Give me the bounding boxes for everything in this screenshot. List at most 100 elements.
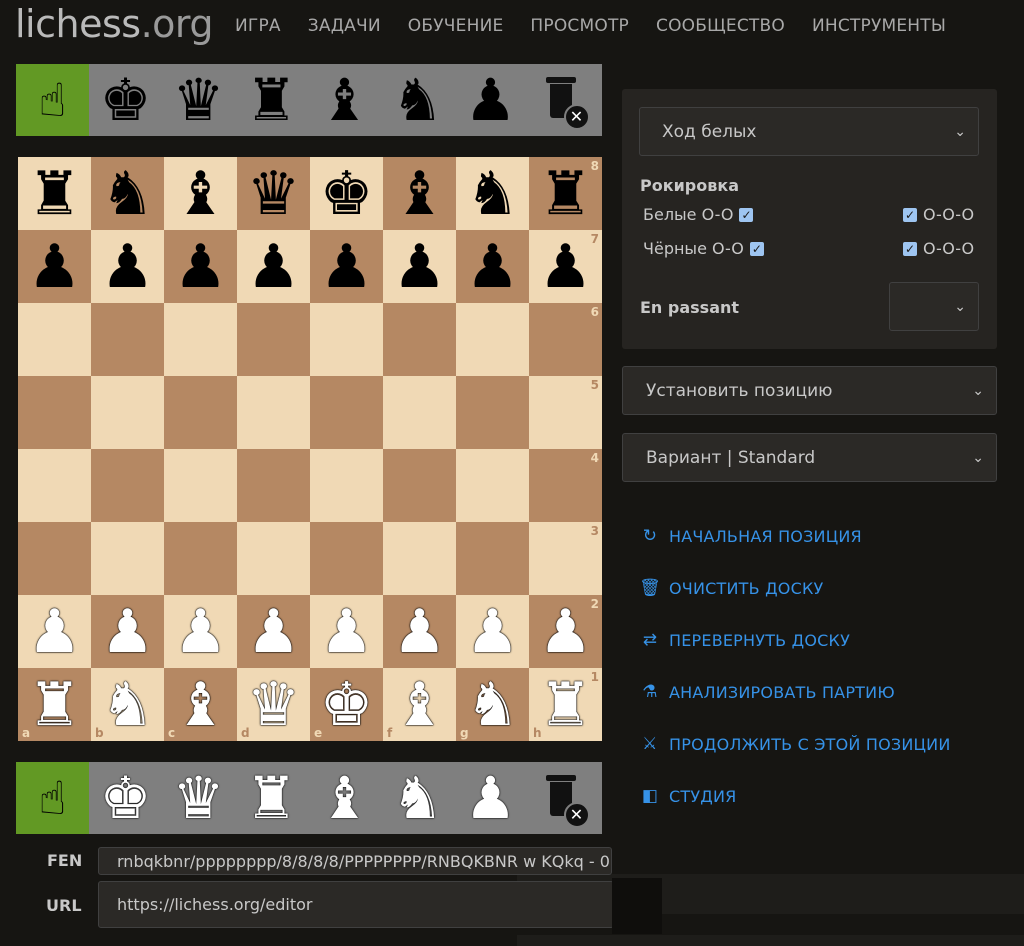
square-e2[interactable]: ♟: [310, 595, 383, 668]
trash-tool[interactable]: ✕: [527, 64, 600, 136]
action-microscope[interactable]: ⚗ АНАЛИЗИРОВАТЬ ПАРТИЮ: [639, 666, 951, 718]
square-b4[interactable]: [91, 449, 164, 522]
black-knight-icon[interactable]: ♞: [101, 164, 155, 224]
square-g2[interactable]: ♟: [456, 595, 529, 668]
nav-tools[interactable]: ИНСТРУМЕНТЫ: [812, 16, 946, 36]
square-b2[interactable]: ♟: [91, 595, 164, 668]
square-c2[interactable]: ♟: [164, 595, 237, 668]
white-pawn-icon[interactable]: ♟: [28, 602, 82, 662]
black-knight-icon[interactable]: ♞: [466, 164, 520, 224]
action-trash[interactable]: 🗑 ОЧИСТИТЬ ДОСКУ: [639, 562, 951, 614]
square-h2[interactable]: ♟ 2: [529, 595, 602, 668]
square-e5[interactable]: [310, 376, 383, 449]
white-pawn-icon[interactable]: ♟: [320, 602, 374, 662]
nav-puzzles[interactable]: ЗАДАЧИ: [308, 16, 381, 36]
square-h7[interactable]: ♟ 7: [529, 230, 602, 303]
square-a3[interactable]: [18, 522, 91, 595]
square-h5[interactable]: 5: [529, 376, 602, 449]
square-h8[interactable]: ♜ 8: [529, 157, 602, 230]
url-input[interactable]: https://lichess.org/editor: [98, 881, 614, 928]
black-ooo-checkbox[interactable]: ✓: [903, 241, 917, 256]
square-g3[interactable]: [456, 522, 529, 595]
pointer-tool[interactable]: ☝: [16, 762, 89, 834]
white-pawn-icon[interactable]: ♟: [247, 602, 301, 662]
square-f7[interactable]: ♟: [383, 230, 456, 303]
white-pawn-icon[interactable]: ♟: [101, 602, 155, 662]
black-oo-checkbox[interactable]: ✓: [749, 241, 764, 256]
square-d2[interactable]: ♟: [237, 595, 310, 668]
square-a8[interactable]: ♜: [18, 157, 91, 230]
square-b1[interactable]: ♞ b: [91, 668, 164, 741]
square-c7[interactable]: ♟: [164, 230, 237, 303]
spare-white-rook-icon[interactable]: ♜: [235, 762, 308, 834]
spare-black-pawn-icon[interactable]: ♟: [454, 64, 527, 136]
white-bishop-icon[interactable]: ♝: [174, 675, 228, 735]
black-pawn-icon[interactable]: ♟: [247, 237, 301, 297]
square-e3[interactable]: [310, 522, 383, 595]
black-oo-row[interactable]: Чёрные O-O ✓: [643, 239, 764, 258]
white-rook-icon[interactable]: ♜: [28, 675, 82, 735]
nav-learn[interactable]: ОБУЧЕНИЕ: [408, 16, 504, 36]
square-c4[interactable]: [164, 449, 237, 522]
turn-select[interactable]: Ход белых ⌄: [639, 107, 979, 156]
square-h1[interactable]: ♜ 1 h: [529, 668, 602, 741]
square-f5[interactable]: [383, 376, 456, 449]
square-c3[interactable]: [164, 522, 237, 595]
black-bishop-icon[interactable]: ♝: [174, 164, 228, 224]
black-pawn-icon[interactable]: ♟: [174, 237, 228, 297]
action-study[interactable]: ◧ СТУДИЯ: [639, 770, 951, 822]
white-oo-checkbox[interactable]: ✓: [739, 207, 754, 222]
square-e1[interactable]: ♚ e: [310, 668, 383, 741]
square-b8[interactable]: ♞: [91, 157, 164, 230]
square-g5[interactable]: [456, 376, 529, 449]
white-knight-icon[interactable]: ♞: [101, 675, 155, 735]
action-reset[interactable]: ↻ НАЧАЛЬНАЯ ПОЗИЦИЯ: [639, 510, 951, 562]
square-g6[interactable]: [456, 303, 529, 376]
nav-play[interactable]: ИГРА: [235, 16, 281, 36]
square-b3[interactable]: [91, 522, 164, 595]
square-f4[interactable]: [383, 449, 456, 522]
square-e8[interactable]: ♚: [310, 157, 383, 230]
square-d1[interactable]: ♛ d: [237, 668, 310, 741]
black-pawn-icon[interactable]: ♟: [393, 237, 447, 297]
black-pawn-icon[interactable]: ♟: [101, 237, 155, 297]
black-king-icon[interactable]: ♚: [320, 164, 374, 224]
trash-tool[interactable]: ✕: [527, 762, 600, 834]
white-oo-row[interactable]: Белые O-O ✓: [643, 205, 754, 224]
set-position-select[interactable]: Установить позицию ⌄: [622, 366, 997, 415]
black-pawn-icon[interactable]: ♟: [28, 237, 82, 297]
black-queen-icon[interactable]: ♛: [247, 164, 301, 224]
square-a6[interactable]: [18, 303, 91, 376]
square-a2[interactable]: ♟: [18, 595, 91, 668]
spare-white-king-icon[interactable]: ♚: [89, 762, 162, 834]
square-d8[interactable]: ♛: [237, 157, 310, 230]
black-rook-icon[interactable]: ♜: [28, 164, 82, 224]
site-logo[interactable]: lichess.org: [15, 2, 213, 46]
white-bishop-icon[interactable]: ♝: [393, 675, 447, 735]
action-swords[interactable]: ⚔ ПРОДОЛЖИТЬ С ЭТОЙ ПОЗИЦИИ: [639, 718, 951, 770]
white-king-icon[interactable]: ♚: [320, 675, 374, 735]
square-f1[interactable]: ♝ f: [383, 668, 456, 741]
square-h3[interactable]: 3: [529, 522, 602, 595]
square-d7[interactable]: ♟: [237, 230, 310, 303]
square-g7[interactable]: ♟: [456, 230, 529, 303]
spare-white-queen-icon[interactable]: ♛: [162, 762, 235, 834]
white-pawn-icon[interactable]: ♟: [539, 602, 593, 662]
nav-community[interactable]: СООБЩЕСТВО: [656, 16, 785, 36]
square-f8[interactable]: ♝: [383, 157, 456, 230]
black-pawn-icon[interactable]: ♟: [320, 237, 374, 297]
white-pawn-icon[interactable]: ♟: [393, 602, 447, 662]
white-pawn-icon[interactable]: ♟: [466, 602, 520, 662]
action-flip[interactable]: ⇄ ПЕРЕВЕРНУТЬ ДОСКУ: [639, 614, 951, 666]
variant-select[interactable]: Вариант | Standard ⌄: [622, 433, 997, 482]
square-g1[interactable]: ♞ g: [456, 668, 529, 741]
square-h4[interactable]: 4: [529, 449, 602, 522]
black-bishop-icon[interactable]: ♝: [393, 164, 447, 224]
fen-input[interactable]: rnbqkbnr/pppppppp/8/8/8/8/PPPPPPPP/RNBQK…: [98, 847, 612, 875]
square-g4[interactable]: [456, 449, 529, 522]
square-b6[interactable]: [91, 303, 164, 376]
black-pawn-icon[interactable]: ♟: [466, 237, 520, 297]
white-ooo-checkbox[interactable]: ✓: [903, 207, 917, 222]
square-e6[interactable]: [310, 303, 383, 376]
white-rook-icon[interactable]: ♜: [539, 675, 593, 735]
